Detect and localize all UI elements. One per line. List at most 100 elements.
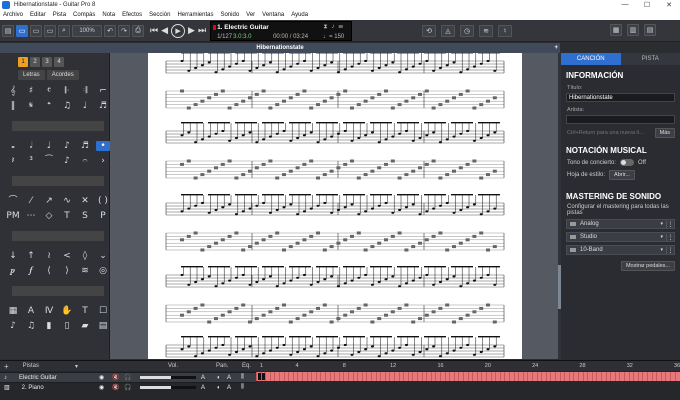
- chevron-down-icon[interactable]: ▾: [660, 221, 663, 227]
- menu-herramientas[interactable]: Herramientas: [177, 12, 213, 18]
- let-ring-icon[interactable]: ⋯: [24, 211, 38, 221]
- mastering-studio[interactable]: Studio ▾ ⋮: [566, 232, 675, 242]
- menu-ayuda[interactable]: Ayuda: [291, 12, 308, 18]
- automation-icon[interactable]: A: [227, 385, 231, 391]
- lcd-tools-icon[interactable]: ⧗♪☰: [323, 24, 347, 31]
- whammy-icon[interactable]: ⌄: [96, 251, 110, 261]
- more-options-icon[interactable]: ⋮: [666, 220, 674, 228]
- track-row[interactable]: ♪ Electric Guitar ◉ 🔇 🎧 A ◐ A ⫼: [0, 372, 256, 382]
- new-tab-icon[interactable]: +: [554, 43, 558, 53]
- menu-ver[interactable]: Ver: [246, 12, 255, 18]
- dynamics-f-icon[interactable]: 𝆑: [24, 266, 38, 276]
- style-open-button[interactable]: Abrir...: [609, 170, 635, 180]
- menu-ventana[interactable]: Ventana: [262, 12, 284, 18]
- bend-icon[interactable]: ↗: [42, 196, 56, 206]
- wah-icon[interactable]: ♫: [24, 321, 38, 331]
- solo-icon[interactable]: 🎧: [124, 384, 131, 391]
- rasgueado-icon[interactable]: ≋: [78, 266, 92, 276]
- automation-icon[interactable]: A: [227, 375, 231, 381]
- accent-icon[interactable]: ›: [96, 156, 110, 166]
- mastering-10band[interactable]: 10-Band ▾ ⋮: [566, 245, 675, 255]
- golpe-icon[interactable]: ◎: [96, 266, 110, 276]
- track-row[interactable]: ▥ 2. Piano ◉ 🔇 🎧 A ◐ A ⫼: [0, 382, 256, 392]
- more-options-icon[interactable]: ⋮: [666, 246, 674, 254]
- levels-icon[interactable]: ▰: [78, 321, 92, 331]
- tuplet-icon[interactable]: ³: [24, 156, 38, 166]
- menu-seccion[interactable]: Sección: [149, 12, 170, 18]
- automation-icon[interactable]: A: [201, 375, 205, 381]
- track-timeline[interactable]: 1 4 8 12 16 20 24 28 32 36: [256, 361, 680, 400]
- stroke-up-icon[interactable]: ↑: [24, 251, 38, 261]
- score-view[interactable]: [110, 53, 558, 359]
- redo-icon[interactable]: ↷: [118, 24, 130, 37]
- more-options-icon[interactable]: ⋮: [666, 233, 674, 241]
- mute-icon[interactable]: 🔇: [112, 374, 119, 381]
- instrument-view-icon[interactable]: ▦: [610, 24, 622, 36]
- lcd-track-name[interactable]: 1. Electric Guitar: [217, 24, 269, 31]
- document-tab[interactable]: Hibernationstate +: [0, 43, 560, 53]
- page-view-icon[interactable]: ▭: [16, 24, 28, 37]
- staff-2-button[interactable]: 2: [30, 57, 40, 67]
- pan-knob-icon[interactable]: ◐: [217, 385, 221, 391]
- alternate-ending-icon[interactable]: ⌐: [96, 86, 110, 96]
- score-page[interactable]: [148, 53, 522, 359]
- dotted-note-icon[interactable]: •: [96, 141, 110, 151]
- staff-3-button[interactable]: 3: [42, 57, 52, 67]
- minimize-button[interactable]: —: [614, 1, 636, 9]
- bars-icon[interactable]: ▯: [60, 321, 74, 331]
- maximize-button[interactable]: ☐: [636, 1, 658, 9]
- time-signature-icon[interactable]: 𝄴: [42, 86, 56, 96]
- vibrato-icon[interactable]: ∿: [60, 196, 74, 206]
- quarter-note-icon[interactable]: ♩: [42, 141, 56, 151]
- next-bar-icon[interactable]: ▶: [188, 25, 195, 36]
- lyrics-button[interactable]: Letras: [18, 70, 45, 80]
- fermata-icon[interactable]: 𝄐: [78, 156, 92, 166]
- menu-compas[interactable]: Compás: [73, 12, 95, 18]
- go-end-icon[interactable]: ⏭: [198, 25, 206, 36]
- arpeggio-icon[interactable]: ≀: [42, 251, 56, 261]
- edition-panel-toggle-icon[interactable]: ▤: [2, 24, 14, 37]
- fingering-icon[interactable]: ✋: [60, 306, 74, 316]
- artist-field[interactable]: [566, 115, 675, 124]
- half-note-icon[interactable]: 𝅗𝅥: [24, 141, 38, 151]
- tempo-icon[interactable]: ♩: [78, 101, 92, 111]
- palm-mute-icon[interactable]: PM: [6, 211, 20, 221]
- double-bar-icon[interactable]: ‖: [6, 101, 20, 111]
- decrescendo-icon[interactable]: ⟩: [60, 266, 74, 276]
- menu-nota[interactable]: Nota: [102, 12, 115, 18]
- go-start-icon[interactable]: ⏮: [150, 25, 158, 36]
- zoom-select[interactable]: 100%: [72, 24, 102, 37]
- key-signature-icon[interactable]: ♯: [24, 86, 38, 96]
- staff-1-button[interactable]: 1: [18, 57, 28, 67]
- pick-icon[interactable]: ♪: [6, 321, 20, 331]
- volume-swell-icon[interactable]: ◊: [78, 251, 92, 261]
- loop-icon[interactable]: ⟲: [422, 25, 436, 37]
- solo-icon[interactable]: 🎧: [124, 374, 131, 381]
- meter-icon[interactable]: ▤: [96, 321, 110, 331]
- menu-editar[interactable]: Editar: [30, 12, 46, 18]
- repeat-open-icon[interactable]: 𝄆: [60, 86, 74, 96]
- visibility-icon[interactable]: ◉: [99, 374, 104, 381]
- metronome-icon[interactable]: ◬: [441, 25, 455, 37]
- visibility-icon[interactable]: ◉: [99, 384, 104, 391]
- slap-icon[interactable]: S: [78, 211, 92, 221]
- dynamics-p-icon[interactable]: 𝆏: [6, 266, 20, 276]
- tracks-menu-icon[interactable]: ▾: [75, 363, 78, 370]
- harmonic-icon[interactable]: ◇: [42, 211, 56, 221]
- chord-diagram-icon[interactable]: ▦: [6, 306, 20, 316]
- mastering-analog[interactable]: Analog ▾ ⋮: [566, 219, 675, 229]
- volume-slider[interactable]: [140, 376, 196, 379]
- repeat-close-icon[interactable]: 𝄇: [78, 86, 92, 96]
- dead-note-icon[interactable]: ✕: [78, 196, 92, 206]
- mute-icon[interactable]: 🔇: [112, 384, 119, 391]
- bar-ruler[interactable]: 1 4 8 12 16 20 24 28 32 36: [256, 361, 680, 371]
- previous-bar-icon[interactable]: ◀: [161, 25, 168, 36]
- menu-efectos[interactable]: Efectos: [122, 12, 142, 18]
- parchment-view-icon[interactable]: ▭: [44, 24, 56, 37]
- stroke-down-icon[interactable]: ↓: [6, 251, 20, 261]
- text-icon[interactable]: A: [24, 306, 38, 316]
- speed-trainer-icon[interactable]: ≋: [479, 25, 493, 37]
- tapping-icon[interactable]: T: [60, 211, 74, 221]
- menu-sonido[interactable]: Sonido: [220, 12, 239, 18]
- chords-button[interactable]: Acordes: [46, 70, 79, 80]
